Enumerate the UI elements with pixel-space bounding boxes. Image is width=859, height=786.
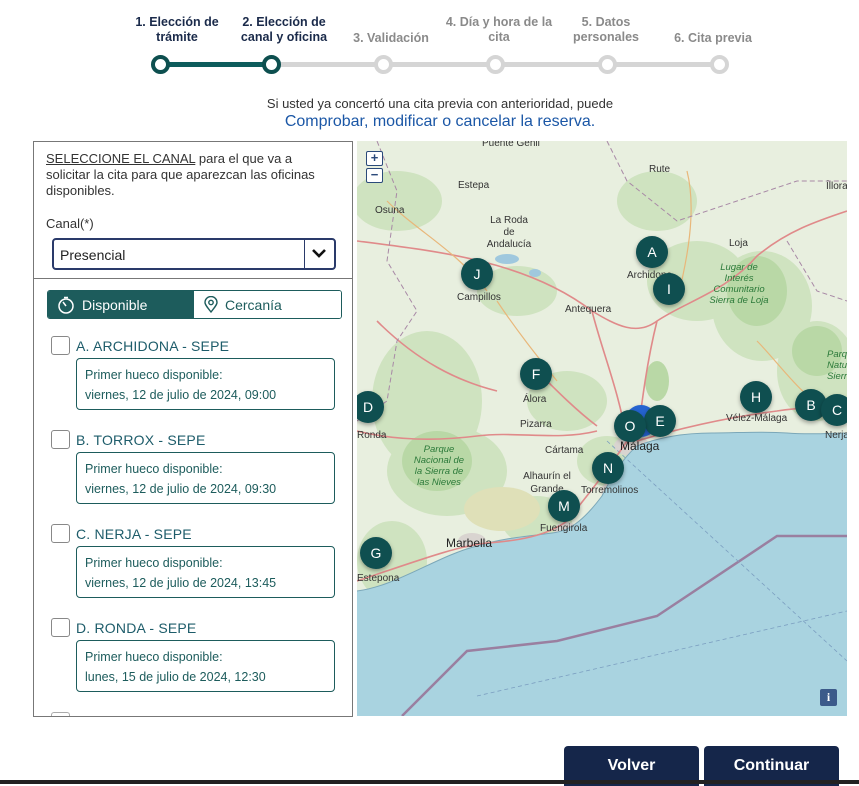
map-place: Lugar de Interés Comunitario Sierra de L… xyxy=(709,262,769,306)
step-3-label: 3. Validación xyxy=(353,31,429,45)
canal-label: Canal(*) xyxy=(46,216,94,231)
office-marker-a[interactable]: A xyxy=(636,236,668,268)
chevron-down-icon[interactable] xyxy=(304,240,334,268)
step-1-dot xyxy=(151,55,170,74)
slot-title: Primer hueco disponible: xyxy=(85,462,223,476)
office-checkbox[interactable] xyxy=(51,618,70,637)
map-place: Rute xyxy=(649,164,671,175)
manage-appointment-link[interactable]: Comprobar, modificar o cancelar la reser… xyxy=(0,113,859,131)
existing-appointment-notice: Si usted ya concertó una cita previa con… xyxy=(266,96,614,111)
sort-cercania-label: Cercanía xyxy=(225,297,282,313)
slot-date: viernes, 12 de julio de 2024, 09:30 xyxy=(85,482,277,496)
first-slot-box: Primer hueco disponible: lunes, 15 de ju… xyxy=(76,640,335,692)
map-place: Antequera xyxy=(565,304,612,315)
slot-date: viernes, 12 de julio de 2024, 13:45 xyxy=(85,576,277,590)
office-marker-i[interactable]: I xyxy=(653,273,685,305)
map-place: Torremolinos xyxy=(581,485,639,496)
office-marker-h[interactable]: H xyxy=(740,381,772,413)
map-place: Álora xyxy=(523,394,547,405)
office-marker-e[interactable]: E xyxy=(644,405,676,437)
progress-stepper: 1. Elección de trámite 2. Elección de ca… xyxy=(0,0,859,90)
office-selection-panel: SELECCIONE EL CANAL para el que va a sol… xyxy=(33,141,353,717)
slot-title: Primer hueco disponible: xyxy=(85,368,223,382)
canal-select-value: Presencial xyxy=(60,247,126,263)
page-bottom-border xyxy=(0,780,859,784)
map-place: Osuna xyxy=(375,205,405,216)
office-marker-o[interactable]: O xyxy=(614,410,646,442)
sort-disponible-button[interactable]: Disponible xyxy=(48,291,194,318)
list-item: B. TORROX - SEPE Primer hueco disponible… xyxy=(34,430,352,524)
office-checkbox[interactable] xyxy=(51,524,70,543)
office-checkbox[interactable] xyxy=(51,430,70,449)
timer-icon xyxy=(58,296,74,314)
map-place: Nerja xyxy=(825,430,847,441)
office-name: D. RONDA - SEPE xyxy=(76,620,197,636)
map-place: Íllora xyxy=(826,181,847,192)
office-marker-j[interactable]: J xyxy=(461,258,493,290)
step-track-done xyxy=(160,62,272,67)
step-5-dot xyxy=(598,55,617,74)
step-4-dot xyxy=(486,55,505,74)
map-place: Marbella xyxy=(446,536,493,550)
office-name: A. ARCHIDONA - SEPE xyxy=(76,338,230,354)
office-marker-g[interactable]: G xyxy=(360,537,392,569)
step-3-dot xyxy=(374,55,393,74)
list-item: D. RONDA - SEPE Primer hueco disponible:… xyxy=(34,618,352,712)
map-place: Loja xyxy=(729,238,748,249)
slot-date: lunes, 15 de julio de 2024, 12:30 xyxy=(85,670,266,684)
step-1-label: 1. Elección de trámite xyxy=(135,15,219,44)
map-place: Vélez-Málaga xyxy=(726,413,788,424)
channel-instructions-emphasis: SELECCIONE EL CANAL xyxy=(46,151,196,166)
list-item: C. NERJA - SEPE Primer hueco disponible:… xyxy=(34,524,352,618)
map-place: Fuengirola xyxy=(540,523,588,534)
step-2-label: 2. Elección de canal y oficina xyxy=(240,15,328,44)
map-place: Ronda xyxy=(357,430,387,441)
office-marker-f[interactable]: F xyxy=(520,358,552,390)
map-place: Estepona xyxy=(357,573,400,584)
slot-title: Primer hueco disponible: xyxy=(85,556,223,570)
office-marker-m[interactable]: M xyxy=(548,490,580,522)
office-checkbox[interactable] xyxy=(51,336,70,355)
office-checkbox-partial[interactable] xyxy=(51,712,70,716)
step-6-dot xyxy=(710,55,729,74)
map-place: La Roda de Andalucía xyxy=(486,215,532,250)
first-slot-box: Primer hueco disponible: viernes, 12 de … xyxy=(76,452,335,504)
map-place: Puente Genil xyxy=(482,141,540,149)
slot-date: viernes, 12 de julio de 2024, 09:00 xyxy=(85,388,277,402)
office-map[interactable]: + − Puente Genil Rute Íllora Estepa Osun… xyxy=(357,141,847,716)
office-marker-n[interactable]: N xyxy=(592,452,624,484)
step-6-label: 6. Cita previa xyxy=(674,31,752,45)
map-base xyxy=(357,141,847,716)
sort-toggle: Disponible Cercanía xyxy=(47,290,342,319)
canal-select[interactable]: Presencial xyxy=(52,238,336,270)
channel-instructions: SELECCIONE EL CANAL para el que va a sol… xyxy=(46,151,336,199)
list-item: A. ARCHIDONA - SEPE Primer hueco disponi… xyxy=(34,336,352,430)
map-place: Cártama xyxy=(545,445,584,456)
office-name: B. TORROX - SEPE xyxy=(76,432,206,448)
first-slot-box: Primer hueco disponible: viernes, 12 de … xyxy=(76,546,335,598)
first-slot-box: Primer hueco disponible: viernes, 12 de … xyxy=(76,358,335,410)
panel-divider xyxy=(34,278,352,279)
step-4-label: 4. Día y hora de la cita xyxy=(445,15,553,44)
sort-cercania-button[interactable]: Cercanía xyxy=(194,291,341,318)
office-marker-c[interactable]: C xyxy=(821,394,847,426)
zoom-in-button[interactable]: + xyxy=(366,151,383,166)
step-5-label: 5. Datos personales xyxy=(572,15,639,44)
map-info-button[interactable]: i xyxy=(820,689,837,706)
office-name: C. NERJA - SEPE xyxy=(76,526,192,542)
map-place: Estepa xyxy=(458,180,490,191)
map-place: Campillos xyxy=(457,292,501,303)
sort-disponible-label: Disponible xyxy=(82,297,148,313)
zoom-out-button[interactable]: − xyxy=(366,168,383,183)
map-place: Parque Natural Sierra xyxy=(827,349,847,382)
slot-title: Primer hueco disponible: xyxy=(85,650,223,664)
step-2-dot xyxy=(262,55,281,74)
map-place: Parque Nacional de la Sierra de las Niev… xyxy=(413,444,465,488)
location-pin-icon xyxy=(204,296,218,314)
map-place: Pizarra xyxy=(520,419,552,430)
